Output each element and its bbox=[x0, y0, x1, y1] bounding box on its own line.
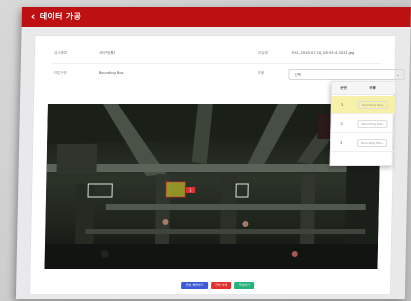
chevron-down-icon: ⌄ bbox=[396, 72, 400, 78]
chevron-down-icon: ⌄ bbox=[381, 122, 385, 127]
page-title: 데이터 가공 bbox=[39, 12, 82, 22]
work-type-value: Bounding Box bbox=[98, 71, 124, 76]
background: ‹ 데이터 가공 검사종류 사이저(통) 파일명 EXL_2019-07-16_… bbox=[0, 0, 411, 301]
info-table: 검사종류 사이저(통) 파일명 EXL_2019-07-16_08-55-4-2… bbox=[51, 45, 405, 83]
inspection-type-label: 검사종류 bbox=[53, 51, 68, 56]
bounding-box-1[interactable] bbox=[165, 181, 186, 198]
title-bar: ‹ 데이터 가공 bbox=[21, 7, 411, 28]
part-list-header: 순번 부품 bbox=[332, 82, 396, 96]
part-row-select-value: Bounding Box bbox=[361, 122, 383, 127]
filename-label: 파일명 bbox=[257, 51, 268, 56]
part-label: 부품 bbox=[257, 71, 265, 76]
filename-value: EXL_2019-07-16_08-55-4-2031.jpg bbox=[291, 51, 355, 56]
back-icon[interactable]: ‹ bbox=[31, 10, 36, 23]
row-divider bbox=[51, 63, 382, 65]
app-window: ‹ 데이터 가공 검사종류 사이저(통) 파일명 EXL_2019-07-16_… bbox=[15, 7, 411, 300]
content-panel: 검사종류 사이저(통) 파일명 EXL_2019-07-16_08-55-4-2… bbox=[28, 35, 405, 296]
chevron-down-icon: ⌄ bbox=[382, 103, 385, 108]
part-row-select-value: Bounding Box bbox=[361, 103, 383, 108]
part-row[interactable]: 2 Bounding Box ⌄ bbox=[331, 115, 395, 134]
index-header: 순번 bbox=[340, 86, 347, 91]
inspection-type-value: 사이저(통) bbox=[98, 51, 116, 56]
part-select-value: 선택 bbox=[294, 73, 302, 78]
work-type-label: 작업구분 bbox=[53, 71, 67, 76]
part-row-select[interactable]: Bounding Box ⌄ bbox=[356, 139, 388, 148]
part-row-select-value: Bounding Box bbox=[361, 141, 382, 146]
part-select[interactable]: 선택 ⌄ bbox=[288, 69, 405, 81]
restore-original-button[interactable]: 원본 복원하기 bbox=[181, 282, 209, 290]
part-row-select[interactable]: Bounding Box ⌄ bbox=[357, 120, 388, 129]
part-row-select[interactable]: Bounding Box ⌄ bbox=[357, 101, 388, 110]
delete-all-button[interactable]: 전체 삭제 bbox=[211, 282, 232, 290]
chevron-down-icon: ⌄ bbox=[381, 141, 385, 146]
part-row-index: 3 bbox=[340, 141, 343, 146]
save-button[interactable]: 저장하기 bbox=[234, 282, 255, 290]
part-row-index: 2 bbox=[340, 122, 343, 127]
part-header: 부품 bbox=[369, 86, 376, 91]
part-list-popup: 순번 부품 1 Bounding Box ⌄ 2 Bounding Box ⌄ 3 … bbox=[329, 81, 396, 167]
part-row[interactable]: 3 Bounding Box ⌄ bbox=[330, 134, 395, 153]
part-row-index: 1 bbox=[340, 103, 344, 108]
part-row[interactable]: 1 Bounding Box ⌄ bbox=[331, 96, 396, 115]
